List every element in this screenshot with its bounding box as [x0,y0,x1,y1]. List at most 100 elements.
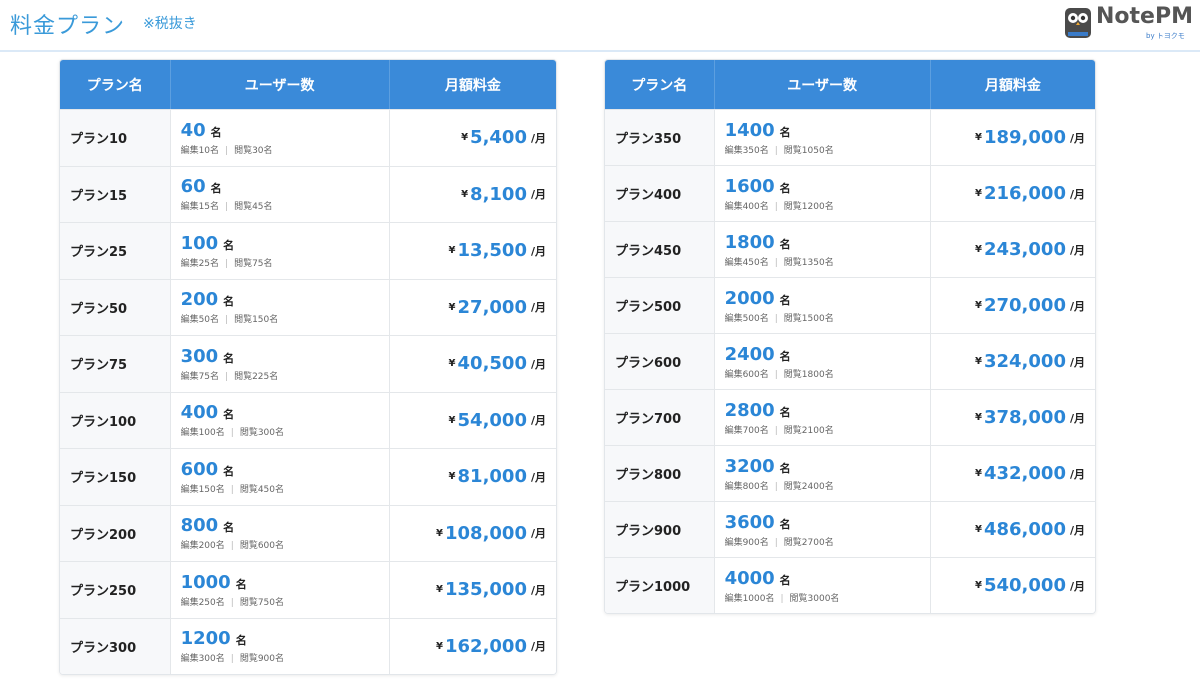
user-breakdown: 編集500名 | 閲覧1500名 [725,311,930,324]
separator: | [774,201,778,212]
user-count-cell: 1800 名編集450名 | 閲覧1350名 [715,222,931,277]
monthly-price-cell: ¥54,000/月 [390,393,556,449]
column-header-users: ユーザー数 [715,60,931,109]
user-count-number: 60 [180,176,206,198]
table-row: プラン350 1400 名編集350名 | 閲覧1050名 ¥189,000/月 [605,109,1095,165]
plan-name: プラン50 [60,279,171,335]
table-body: プラン350 1400 名編集350名 | 閲覧1050名 ¥189,000/月 プラン40… [605,109,1095,613]
user-count-number: 2400 [724,343,775,365]
monthly-price-cell: ¥40,500/月 [390,336,556,392]
currency-symbol: ¥ [436,527,443,539]
monthly-price: 486,000 [983,519,1066,540]
table-row: プラン1000 4000 名編集1000名 | 閲覧3000名 ¥540,000/月 [605,557,1095,613]
edit-users: 編集450名 [724,257,769,268]
monthly-price: 162,000 [445,635,527,657]
monthly-price: 81,000 [457,466,527,488]
user-count-cell: 1000 名編集250名 | 閲覧750名 [171,562,390,618]
currency-symbol: ¥ [975,356,982,367]
user-count-unit: 名 [210,125,222,139]
user-breakdown: 編集450名 | 閲覧1350名 [725,255,930,268]
view-users: 閲覧600名 [239,541,284,552]
user-count-unit: 名 [779,517,791,531]
monthly-price-cell: ¥540,000/月 [931,558,1095,613]
plan-name: プラン250 [60,562,171,618]
table-row: プラン900 3600 名編集900名 | 閲覧2700名 ¥486,000/月 [605,501,1095,557]
monthly-price-cell: ¥324,000/月 [931,334,1095,389]
plan-name: プラン100 [60,392,171,448]
per-month: /月 [1069,523,1085,537]
monthly-price-cell: ¥162,000/月 [390,619,556,675]
user-count: 2000 名 [725,288,930,309]
currency-symbol: ¥ [448,414,456,426]
column-header-users: ユーザー数 [171,60,390,109]
currency-symbol: ¥ [975,412,982,423]
user-count-unit: 名 [223,238,235,252]
user-count-unit: 名 [779,349,791,363]
separator: | [230,597,234,608]
view-users: 閲覧900名 [239,654,284,665]
page-header: 料金プラン ※税抜き NotePM by トヨクモ [0,0,1200,52]
user-breakdown: 編集900名 | 閲覧2700名 [725,535,930,548]
monthly-price-cell: ¥432,000/月 [931,446,1095,501]
user-count-number: 1400 [724,119,775,141]
table-row: プラン10 40 名編集10名 | 閲覧30名 ¥5,400/月 [60,109,556,166]
view-users: 閲覧150名 [234,315,279,326]
per-month: /月 [530,527,547,541]
user-breakdown: 編集250名 | 閲覧750名 [181,595,389,608]
table-row: プラン700 2800 名編集700名 | 閲覧2100名 ¥378,000/月 [605,389,1095,445]
currency-symbol: ¥ [436,640,443,652]
table-row: プラン400 1600 名編集400名 | 閲覧1200名 ¥216,000/月 [605,165,1095,221]
currency-symbol: ¥ [448,245,456,257]
separator: | [230,484,234,495]
plan-name: プラン400 [605,166,715,221]
edit-users: 編集800名 [724,481,769,492]
monthly-price-cell: ¥8,100/月 [390,167,556,223]
currency-symbol: ¥ [975,244,982,255]
monthly-price: 216,000 [983,183,1066,204]
separator: | [780,593,784,604]
edit-users: 編集600名 [724,369,769,380]
monthly-price-cell: ¥13,500/月 [390,223,556,279]
currency-symbol: ¥ [975,524,982,535]
monthly-price-cell: ¥108,000/月 [390,506,556,562]
user-count-unit: 名 [779,293,791,307]
user-count-unit: 名 [779,573,791,587]
separator: | [230,541,234,552]
table-row: プラン200 800 名編集200名 | 閲覧600名 ¥108,000/月 [60,504,556,562]
table-body: プラン10 40 名編集10名 | 閲覧30名 ¥5,400/月 プラン15 60 名編集15名… [60,109,556,674]
user-count-unit: 名 [779,461,791,475]
user-count: 2400 名 [725,344,930,365]
user-count: 4000 名 [725,568,930,589]
user-breakdown: 編集50名 | 閲覧150名 [181,312,389,325]
plan-name: プラン300 [60,618,171,674]
notepm-logo[interactable]: NotePM by トヨクモ [1062,4,1198,44]
table-row: プラン50 200 名編集50名 | 閲覧150名 ¥27,000/月 [60,278,556,335]
user-breakdown: 編集700名 | 閲覧2100名 [725,423,930,436]
user-breakdown: 編集15名 | 閲覧45名 [181,199,389,212]
user-breakdown: 編集200名 | 閲覧600名 [181,538,389,551]
edit-users: 編集1000名 [724,593,775,604]
column-header-price: 月額料金 [444,77,501,94]
page-title: 料金プラン [10,14,126,39]
edit-users: 編集200名 [180,541,225,552]
user-breakdown: 編集25名 | 閲覧75名 [181,256,389,269]
monthly-price: 243,000 [983,239,1066,260]
per-month: /月 [1069,299,1085,313]
user-count-cell: 2000 名編集500名 | 閲覧1500名 [715,278,931,333]
monthly-price: 432,000 [983,463,1066,484]
separator: | [225,371,229,382]
view-users: 閲覧75名 [234,258,273,269]
user-count-number: 1200 [180,628,231,650]
monthly-price-cell: ¥189,000/月 [931,110,1095,165]
edit-users: 編集250名 [180,597,225,608]
plan-name: プラン10 [60,110,171,166]
plan-name: プラン700 [605,390,715,445]
separator: | [225,202,229,213]
currency-symbol: ¥ [975,580,982,591]
monthly-price-cell: ¥135,000/月 [390,562,556,618]
per-month: /月 [1069,579,1085,593]
monthly-price: 54,000 [457,409,527,431]
user-count-unit: 名 [223,295,235,309]
table-row: プラン600 2400 名編集600名 | 閲覧1800名 ¥324,000/月 [605,333,1095,389]
user-count-cell: 100 名編集25名 | 閲覧75名 [171,223,390,279]
